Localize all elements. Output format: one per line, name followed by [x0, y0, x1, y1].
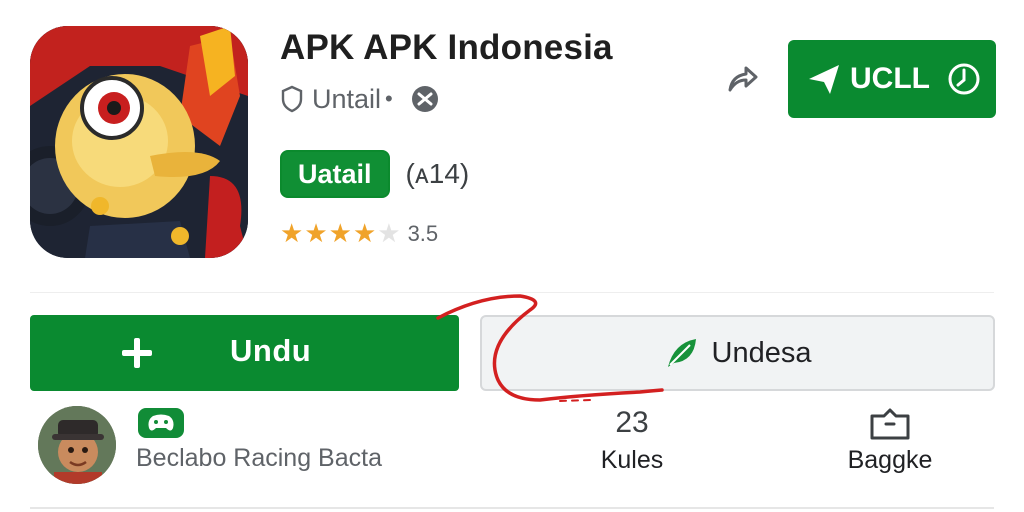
install-label: Undu	[230, 333, 312, 368]
badge-icon	[411, 86, 438, 112]
app-title: APK APK Indonesia	[280, 28, 613, 67]
bag-icon[interactable]	[868, 406, 912, 442]
share-arrow-icon	[728, 66, 758, 92]
user-avatar-image	[38, 406, 116, 484]
stat-count: 23	[615, 406, 649, 439]
stat-label: Kules	[600, 446, 664, 474]
bag-label: Baggke	[847, 446, 933, 474]
cartoon-duck-warrior-app-icon	[30, 26, 248, 258]
developer-name[interactable]: Untail	[312, 84, 381, 115]
game-title[interactable]: Beclabo Racing Bacta	[136, 444, 382, 473]
app-icon	[30, 26, 248, 258]
separator-dot: •	[385, 86, 393, 111]
shield-icon	[281, 85, 303, 113]
leaf-icon	[667, 339, 696, 367]
star-icon: ★	[328, 219, 352, 249]
install-button[interactable]: Undu	[30, 315, 459, 391]
divider	[30, 507, 994, 509]
top-cta-label: UCLL	[850, 62, 930, 95]
divider	[30, 292, 994, 293]
star-icon: ★	[304, 219, 328, 249]
star-icon: ★	[280, 219, 304, 249]
game-controller-badge	[138, 408, 184, 438]
avatar[interactable]	[38, 406, 116, 484]
top-cta-button[interactable]: UCLL	[788, 40, 996, 118]
plus-icon	[122, 338, 152, 368]
rating-value: 3.5	[407, 221, 439, 246]
secondary-label: Undesa	[711, 336, 812, 369]
review-count: (ᴀ14)	[405, 158, 470, 189]
clock-icon	[948, 63, 980, 95]
rating-row: ★ ★ ★ ★ ★ 3.5	[280, 218, 438, 250]
secondary-button[interactable]: Undesa	[480, 315, 995, 391]
game-controller-icon	[148, 414, 174, 431]
category-tag[interactable]: Uatail	[280, 150, 390, 198]
star-icon: ★	[377, 219, 401, 249]
developer-row: Untail •	[280, 82, 439, 116]
tag-row: Uatail (ᴀ14)	[280, 150, 469, 198]
paper-plane-icon	[809, 65, 839, 94]
star-icon: ★	[352, 219, 377, 249]
share-button[interactable]	[718, 56, 766, 104]
